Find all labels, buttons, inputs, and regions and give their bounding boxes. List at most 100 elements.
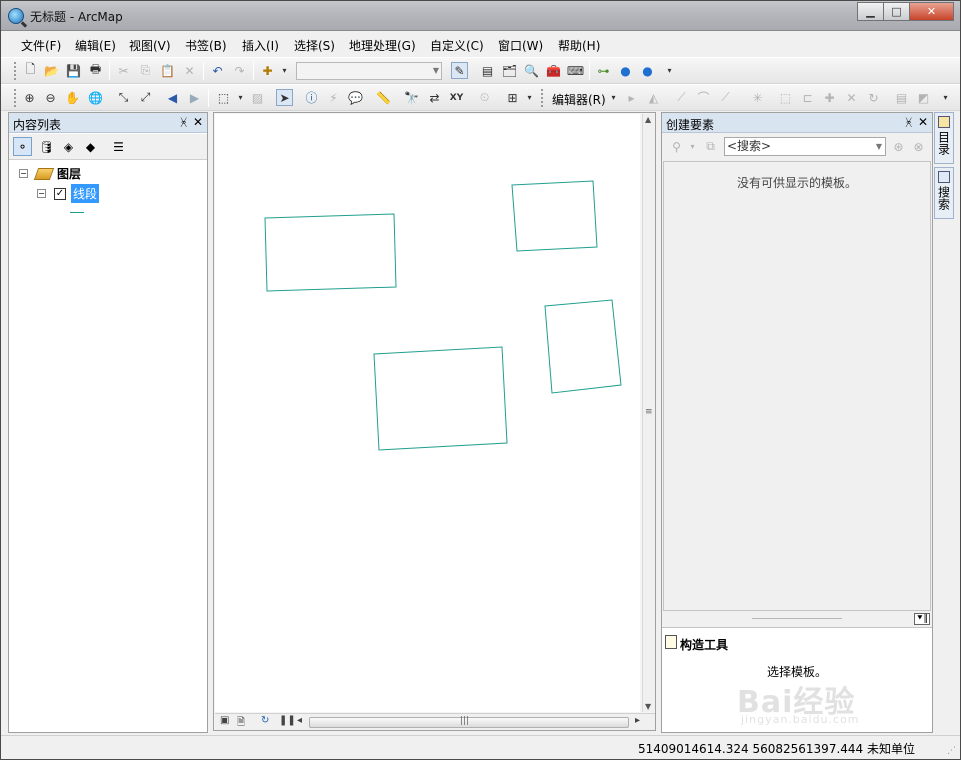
add-data-icon[interactable]: ✚	[259, 62, 276, 79]
edit-vertices-icon[interactable]: ⬚	[777, 89, 794, 106]
editor-dropdown-icon[interactable]: ▾	[605, 89, 622, 106]
catalog-window-icon[interactable]: 🗂	[501, 62, 518, 79]
menu-windows[interactable]: 窗口(W)	[498, 37, 543, 54]
splitter-toggle-icon[interactable]: ⯆‖	[914, 613, 930, 625]
refresh-icon[interactable]: ↻	[261, 715, 269, 726]
menu-insert[interactable]: 插入(I)	[242, 37, 279, 54]
toolbar-grip[interactable]	[14, 89, 17, 107]
toc-layer-row[interactable]: − ✓ 线段	[37, 184, 100, 203]
arctoolbox-icon[interactable]: 🧰	[545, 62, 562, 79]
pan-icon[interactable]: ✋	[64, 89, 81, 106]
organize-templates-icon[interactable]: ⧉	[702, 138, 719, 155]
select-features-icon[interactable]: ⬚	[215, 89, 232, 106]
toc-layer-label[interactable]: 线段	[71, 184, 100, 203]
list-by-drawing-order-icon[interactable]: ⚬	[13, 137, 32, 156]
find-route-icon[interactable]: ⇄	[426, 89, 443, 106]
resize-grip-icon[interactable]: ⋰	[947, 746, 956, 756]
collapse-icon[interactable]: −	[37, 189, 46, 198]
attributes-icon[interactable]: ▤	[893, 89, 910, 106]
line-feature-rectangle[interactable]	[511, 180, 598, 252]
modelbuilder-icon[interactable]: ⊶	[595, 62, 612, 79]
map-scale-combobox[interactable]: ▼	[296, 62, 442, 80]
html-popup-icon[interactable]: 💬	[347, 89, 364, 106]
menu-file[interactable]: 文件(F)	[21, 37, 61, 54]
select-elements-arrow-icon[interactable]: ➤	[276, 89, 293, 106]
data-view-icon[interactable]: ▣	[220, 715, 229, 726]
pause-drawing-icon[interactable]: ❚❚	[279, 715, 296, 726]
measure-icon[interactable]: 📏	[375, 89, 392, 106]
editor-toolbar-toggle-icon[interactable]: ✎	[451, 62, 468, 79]
forward-extent-icon[interactable]: ▶	[186, 89, 203, 106]
map-horizontal-scrollbar[interactable]: |||	[309, 716, 629, 728]
select-features-dropdown-icon[interactable]: ▾	[232, 89, 249, 106]
add-data-dropdown-icon[interactable]: ▾	[276, 62, 293, 79]
save-icon[interactable]: 💾	[65, 62, 82, 79]
toolbar-grip[interactable]	[14, 62, 17, 80]
template-search-input[interactable]: <搜索> ▼	[724, 137, 886, 156]
search-window-icon[interactable]: 🔍	[523, 62, 540, 79]
go-to-xy-icon[interactable]: XY	[448, 89, 465, 106]
scrollbar-grip-icon[interactable]: |||	[460, 716, 469, 726]
toc-options-icon[interactable]: ☰	[109, 137, 128, 156]
pin-icon[interactable]: ᚸ	[905, 116, 912, 129]
fixed-zoom-out-icon[interactable]: ⤢	[137, 89, 154, 106]
edit-tool-icon[interactable]: ▸	[623, 89, 640, 106]
line-feature-rectangle[interactable]	[264, 213, 397, 292]
table-of-contents-window-icon[interactable]: ▤	[479, 62, 496, 79]
split-icon[interactable]: ✕	[843, 89, 860, 106]
filter-icon[interactable]: ⚲	[668, 138, 685, 155]
python-window-icon[interactable]: ⌨	[567, 62, 584, 79]
menu-view[interactable]: 视图(V)	[129, 37, 171, 54]
fixed-zoom-in-icon[interactable]: ⤡	[115, 89, 132, 106]
menu-help[interactable]: 帮助(H)	[558, 37, 600, 54]
new-document-icon[interactable]: 🗋	[22, 62, 39, 79]
toolbar-options-icon[interactable]: ▾	[521, 89, 538, 106]
scrollbar-grip-icon[interactable]: ≡	[645, 407, 653, 417]
delete-icon[interactable]: ✕	[181, 62, 198, 79]
menu-selection[interactable]: 选择(S)	[294, 37, 335, 54]
search-go-icon[interactable]: ⊛	[890, 138, 907, 155]
open-folder-icon[interactable]: 📂	[43, 62, 60, 79]
zoom-in-icon[interactable]: ⊕	[21, 89, 38, 106]
clear-selection-icon[interactable]: ▨	[249, 89, 266, 106]
full-extent-icon[interactable]: 🌐	[87, 89, 104, 106]
layout-view-icon[interactable]: 🗎	[237, 715, 245, 732]
reshape-icon[interactable]: ⊏	[799, 89, 816, 106]
redo-icon[interactable]: ↷	[231, 62, 248, 79]
edit-annotation-icon[interactable]: ◭	[645, 89, 662, 106]
close-button[interactable]: ✕	[909, 2, 954, 21]
scroll-left-icon[interactable]: ◂	[297, 715, 302, 726]
map-vertical-scrollbar[interactable]: ▲ ≡ ▼	[642, 114, 655, 712]
sketch-properties-icon[interactable]: ◩	[915, 89, 932, 106]
search-tab[interactable]: 搜索	[934, 167, 954, 219]
find-icon[interactable]: 🔭	[403, 89, 420, 106]
scroll-down-icon[interactable]: ▼	[645, 702, 651, 711]
trace-icon[interactable]: ⟋	[717, 89, 734, 106]
globe-blue-icon[interactable]: ●	[617, 62, 634, 79]
list-by-visibility-icon[interactable]: ◈	[59, 137, 78, 156]
line-feature-rectangle[interactable]	[373, 346, 508, 451]
rotate-icon[interactable]: ↻	[865, 89, 882, 106]
pin-icon[interactable]: ᚸ	[180, 116, 187, 129]
map-canvas[interactable]	[215, 114, 640, 712]
catalog-tab[interactable]: 目录	[934, 112, 954, 164]
arcmap-app-icon[interactable]	[8, 8, 24, 24]
menu-bookmarks[interactable]: 书签(B)	[185, 37, 227, 54]
list-by-selection-icon[interactable]: ◆	[81, 137, 100, 156]
identify-icon[interactable]: ⓘ	[303, 89, 320, 106]
scroll-up-icon[interactable]: ▲	[645, 115, 651, 124]
time-slider-icon[interactable]: ⏲	[476, 89, 493, 106]
collapse-icon[interactable]: −	[19, 169, 28, 178]
chevron-down-icon[interactable]: ▼	[876, 138, 882, 155]
globe-blue-2-icon[interactable]: ●	[639, 62, 656, 79]
editor-menu-button[interactable]: 编辑器(R)	[552, 91, 606, 108]
clear-search-icon[interactable]: ⊗	[910, 138, 927, 155]
menu-customize[interactable]: 自定义(C)	[430, 37, 484, 54]
toolbar-grip[interactable]	[541, 89, 544, 107]
filter-dropdown-icon[interactable]: ▾	[684, 138, 701, 155]
list-by-source-icon[interactable]: 🛢	[37, 137, 56, 156]
copy-icon[interactable]: ⎘	[137, 62, 154, 79]
menu-geoprocessing[interactable]: 地理处理(G)	[349, 37, 416, 54]
cut-icon[interactable]: ✂	[115, 62, 132, 79]
paste-icon[interactable]: 📋	[159, 62, 176, 79]
